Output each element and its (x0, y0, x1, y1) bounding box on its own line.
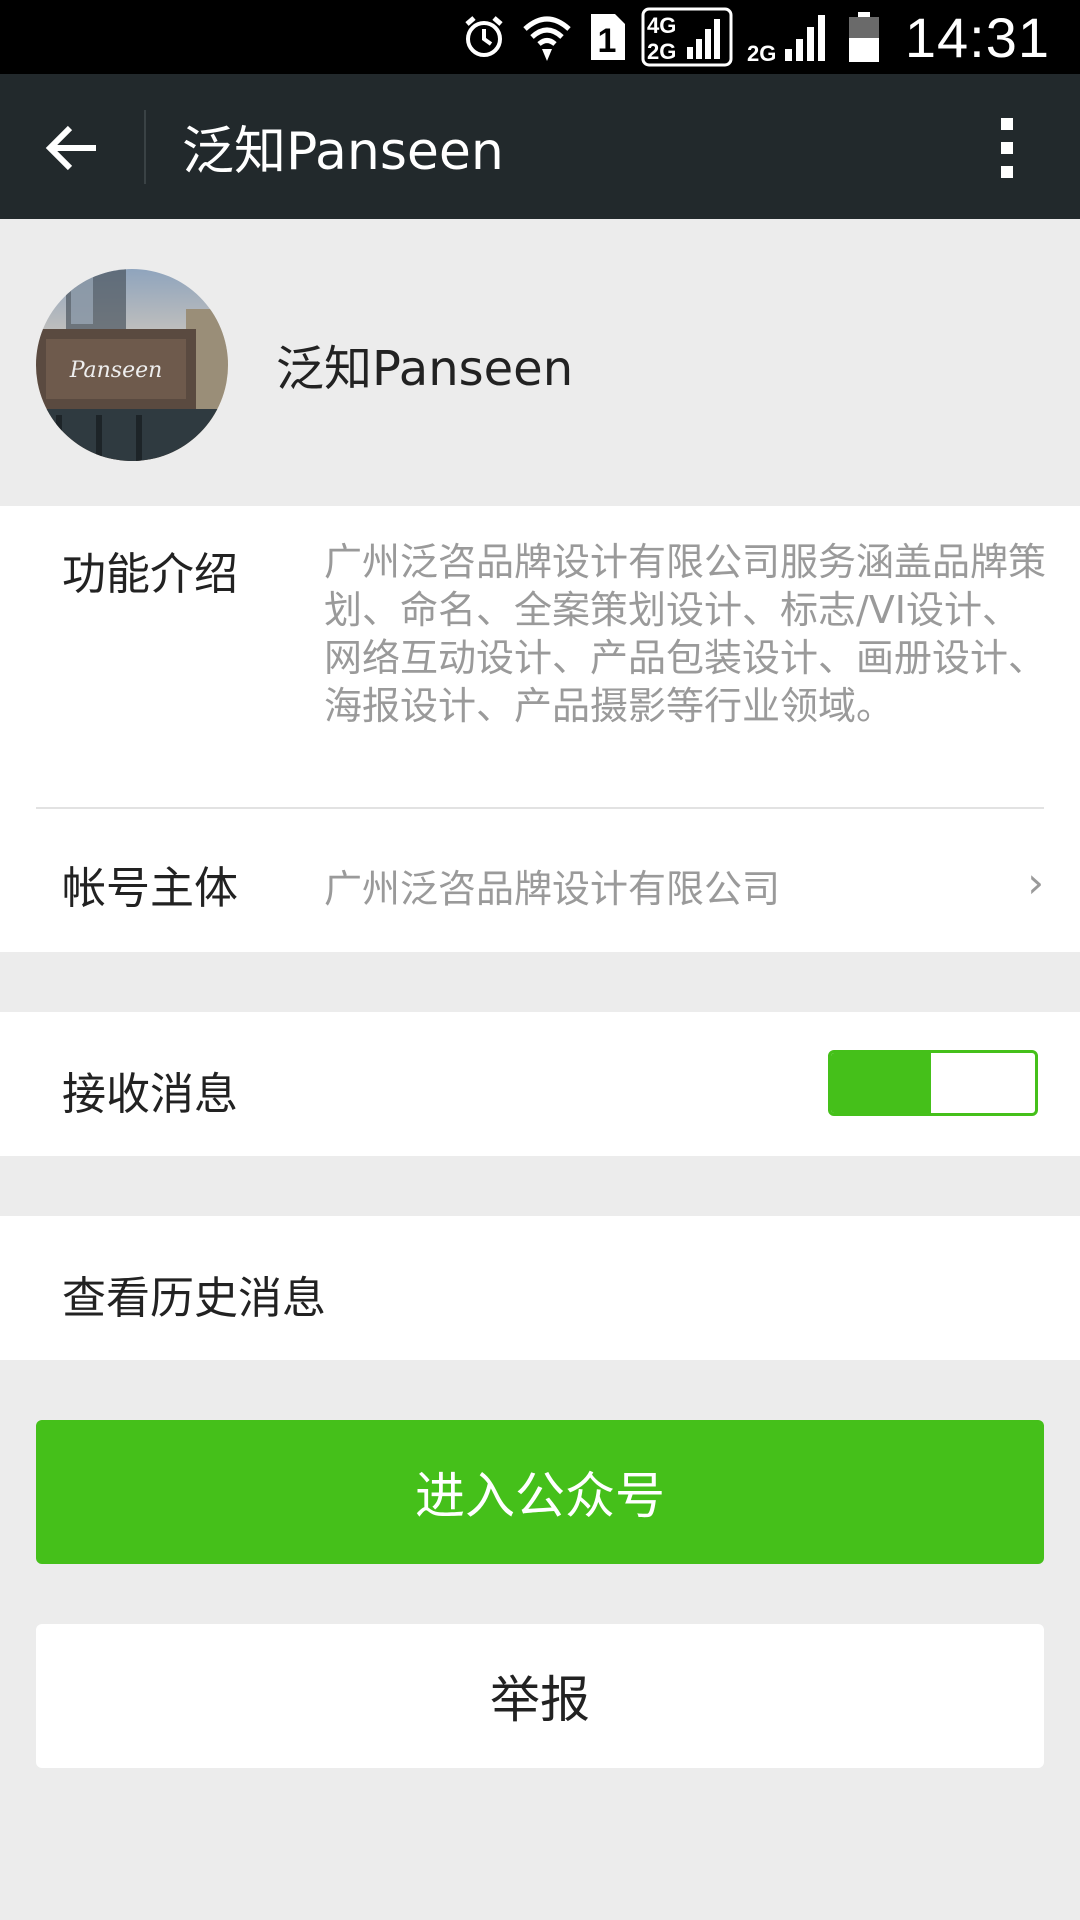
page-title: 泛知Panseen (182, 122, 504, 182)
action-bar: 泛知Panseen (0, 74, 1080, 219)
intro-label: 功能介绍 (62, 549, 238, 600)
network-4g-label: 4G (647, 13, 676, 38)
chevron-right-icon: › (1027, 858, 1044, 907)
more-vertical-icon (1001, 118, 1013, 178)
toggle-fill (831, 1053, 931, 1113)
back-button[interactable] (32, 110, 112, 186)
status-time: 14:31 (904, 5, 1050, 69)
intro-text: 广州泛咨品牌设计有限公司服务涵盖品牌策划、命名、全案策划设计、标志/VI设计、网… (324, 540, 1047, 728)
alarm-icon (461, 14, 507, 60)
signal-2g-icon: 2G (747, 11, 833, 63)
wifi-icon (521, 11, 573, 63)
sim-slot-number: 1 (597, 22, 616, 60)
report-button[interactable]: 举报 (36, 1624, 1044, 1768)
account-name: 泛知Panseen (276, 341, 574, 397)
more-menu-button[interactable] (972, 110, 1042, 186)
sim-icon: 1 (587, 12, 627, 62)
profile-header: Panseen 泛知Panseen (0, 219, 1080, 506)
network-2g-top-label: 2G (647, 39, 676, 64)
network-2g-label: 2G (747, 41, 776, 63)
avatar[interactable]: Panseen (36, 269, 228, 461)
row-divider (36, 807, 1044, 809)
status-icons: 1 4G 2G 2G 14:31 (447, 0, 1080, 74)
view-history-label: 查看历史消息 (62, 1273, 326, 1324)
view-history-row[interactable]: 查看历史消息 (0, 1216, 1080, 1360)
signal-4g-2g-icon: 4G 2G (641, 7, 733, 67)
status-bar: 1 4G 2G 2G 14:31 (0, 0, 1080, 74)
receive-messages-row: 接收消息 (0, 1012, 1080, 1156)
owner-label: 帐号主体 (62, 863, 238, 914)
owner-value: 广州泛咨品牌设计有限公司 (324, 867, 781, 911)
receive-messages-toggle[interactable] (828, 1050, 1038, 1116)
battery-icon (847, 10, 881, 64)
info-card: 功能介绍 广州泛咨品牌设计有限公司服务涵盖品牌策划、命名、全案策划设计、标志/V… (0, 506, 1080, 952)
back-arrow-icon (45, 125, 96, 171)
avatar-sign-text: Panseen (69, 358, 163, 383)
enter-account-button[interactable]: 进入公众号 (36, 1420, 1044, 1564)
action-bar-divider (144, 110, 146, 184)
receive-messages-label: 接收消息 (62, 1069, 238, 1120)
